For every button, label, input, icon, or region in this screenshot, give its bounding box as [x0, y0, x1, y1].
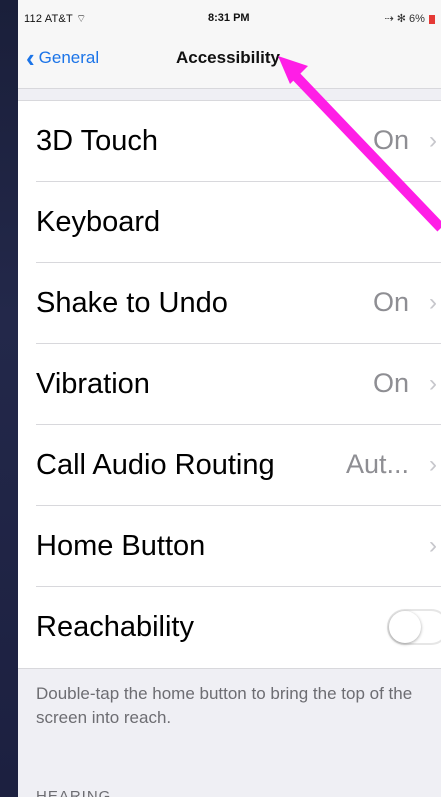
battery-icon — [429, 14, 435, 24]
row-keyboard[interactable]: Keyboard — [18, 182, 441, 263]
phone-screen: 112 AT&T ⌔ 8:31 PM ⇢ ✻ 6% ‹ General Acce… — [18, 0, 441, 797]
row-3d-touch[interactable]: 3D Touch On › — [18, 101, 441, 182]
row-shake-to-undo[interactable]: Shake to Undo On › — [18, 263, 441, 344]
row-value: Aut... — [345, 449, 409, 479]
section-header-hearing: HEARING — [36, 788, 112, 797]
row-label: 3D Touch — [36, 125, 158, 157]
row-reachability: Reachability — [18, 587, 441, 668]
chevron-right-icon: › — [429, 451, 437, 478]
row-value: On — [372, 368, 409, 398]
navigation-bar: ‹ General Accessibility — [18, 28, 441, 89]
back-button[interactable]: ‹ General — [26, 43, 100, 73]
status-right: ⇢ ✻ 6% — [384, 12, 435, 25]
chevron-right-icon: › — [429, 289, 437, 316]
chevron-right-icon: › — [429, 532, 437, 559]
reachability-toggle[interactable] — [387, 609, 441, 645]
reachability-footer-text: Double-tap the home button to bring the … — [36, 684, 413, 727]
carrier-text: 112 AT&T — [24, 13, 73, 25]
battery-text: ⇢ ✻ 6% — [384, 13, 425, 25]
row-label: Vibration — [36, 368, 150, 400]
settings-list: 3D Touch On › Keyboard Shake to Undo On … — [18, 100, 441, 669]
row-label: Home Button — [36, 530, 206, 562]
wifi-icon: ⌔ — [75, 13, 87, 25]
row-label: Reachability — [36, 611, 194, 643]
chevron-right-icon: › — [429, 370, 437, 397]
page-title: Accessibility — [176, 48, 280, 67]
row-value: On — [372, 287, 409, 317]
back-label: General — [38, 48, 100, 67]
row-value: On — [372, 125, 409, 155]
row-label: Shake to Undo — [36, 287, 228, 319]
row-home-button[interactable]: Home Button › — [18, 506, 441, 587]
chevron-right-icon: › — [429, 127, 437, 154]
row-label: Call Audio Routing — [36, 449, 275, 481]
row-label: Keyboard — [36, 206, 161, 238]
carrier-label: 112 AT&T ⌔ — [24, 12, 87, 26]
row-vibration[interactable]: Vibration On › — [18, 344, 441, 425]
toggle-knob — [389, 611, 421, 643]
row-call-audio-routing[interactable]: Call Audio Routing Aut... › — [18, 425, 441, 506]
status-bar: 112 AT&T ⌔ 8:31 PM ⇢ ✻ 6% — [18, 0, 441, 28]
status-time: 8:31 PM — [208, 12, 250, 24]
chevron-left-icon: ‹ — [26, 43, 35, 73]
